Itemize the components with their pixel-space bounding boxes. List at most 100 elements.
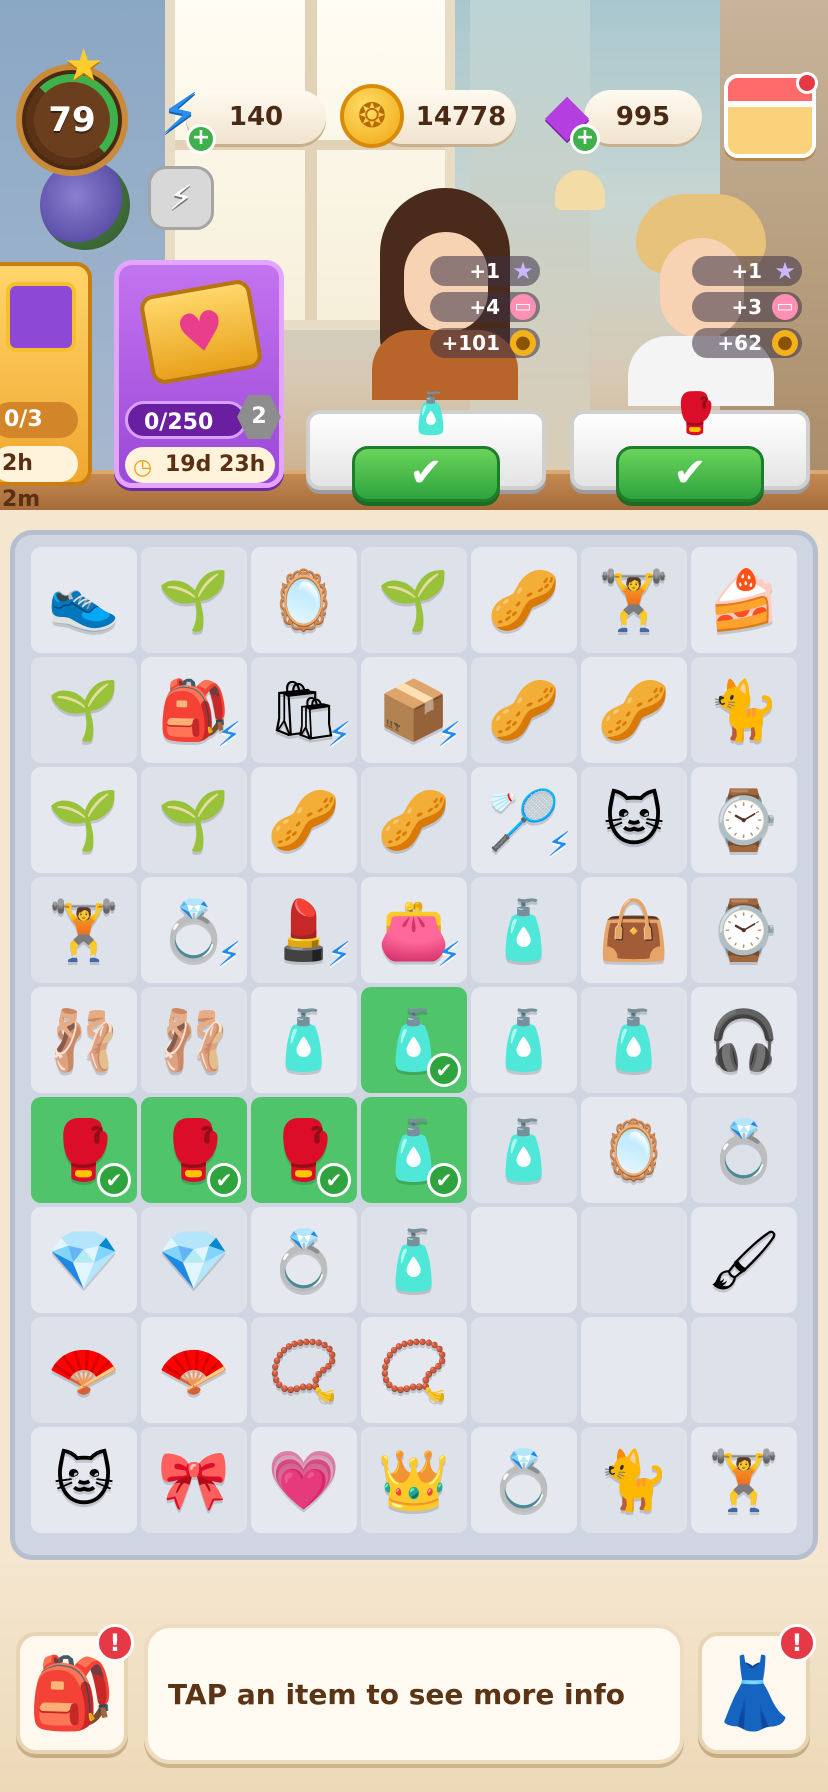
gem-counter[interactable]: 995 — [584, 90, 702, 144]
gift-box-icon — [6, 282, 76, 352]
add-gems-button[interactable]: + — [570, 124, 600, 154]
board-cell-item[interactable]: 🧴 — [581, 987, 687, 1093]
gift-event-card[interactable]: 0/3 2h 2m — [0, 262, 92, 512]
heart-pass-card[interactable]: ♥ 0/250 2 ◷ 19d 23h — [114, 260, 284, 488]
merge-item-icon: 🐱 — [603, 786, 665, 854]
reward-tickets: +4 ▭ — [430, 292, 540, 322]
board-cell-item[interactable]: 🎧 — [691, 987, 797, 1093]
board-cell-item[interactable]: 🏋 — [31, 877, 137, 983]
board-cell-item[interactable]: 🥊 ✔ — [251, 1097, 357, 1203]
board-cell-item[interactable]: 👛 ⚡ — [361, 877, 467, 983]
board-cell-item[interactable]: 🐱 — [581, 767, 687, 873]
board-cell-item[interactable]: 💎 — [141, 1207, 247, 1313]
merge-item-icon: 👟 — [47, 566, 121, 634]
board-cell-item[interactable]: 🪞 — [251, 547, 357, 653]
board-cell-item[interactable]: 🧴 — [361, 1207, 467, 1313]
dress-collection-button[interactable]: 👗 ! — [698, 1624, 816, 1754]
board-cell-item[interactable]: 🌱 — [141, 767, 247, 873]
board-cell-item[interactable]: 🌱 — [31, 657, 137, 763]
order-ready-check-icon: ✔ — [97, 1163, 131, 1197]
merge-item-icon: 🪞 — [267, 566, 341, 634]
board-cell-item[interactable]: 🏋 — [581, 547, 687, 653]
board-cell-item[interactable]: 🥜 — [251, 767, 357, 873]
board-cell-item[interactable]: 🩰 — [141, 987, 247, 1093]
board-cell-item[interactable]: 🥜 — [471, 657, 577, 763]
board-cell-item[interactable]: 🏋 — [691, 1427, 797, 1533]
board-cell-item[interactable]: ⌚ — [691, 767, 797, 873]
board-cell-item[interactable]: 🌱 — [31, 767, 137, 873]
board-cell-item[interactable]: 💍 — [251, 1207, 357, 1313]
board-cell-item[interactable]: 🥊 ✔ — [31, 1097, 137, 1203]
board-cell-item[interactable]: 🖌 — [691, 1207, 797, 1313]
merge-item-icon: 💎 — [47, 1226, 121, 1294]
board-cell-item[interactable]: 📿 — [251, 1317, 357, 1423]
board-cell-item[interactable]: 🐈 — [581, 1427, 687, 1533]
order-2-rewards: +1 ★ +3 ▭ +62 ● — [692, 256, 802, 364]
lamp — [555, 170, 605, 210]
board-cell-item[interactable]: 🥜 — [581, 657, 687, 763]
board-cell-item[interactable]: 💍 ⚡ — [141, 877, 247, 983]
board-cell-item[interactable]: 🏸 ⚡ — [471, 767, 577, 873]
backpack-icon: 🎒 — [28, 1651, 116, 1734]
star-icon: ★ — [64, 40, 104, 91]
board-cell-item[interactable]: 👑 — [361, 1427, 467, 1533]
board-cell-item[interactable]: 🥊 ✔ — [141, 1097, 247, 1203]
board-cell-item[interactable]: 🐱 — [31, 1427, 137, 1533]
merge-item-icon: 🧴 — [487, 896, 561, 964]
board-cell-item[interactable]: 🪭 — [141, 1317, 247, 1423]
board-cell-item[interactable]: 🧴 — [251, 987, 357, 1093]
board-cell-empty[interactable] — [691, 1317, 797, 1423]
inventory-backpack-button[interactable]: 🎒 ! — [16, 1624, 134, 1754]
merge-item-icon: 👑 — [377, 1446, 451, 1514]
board-cell-item[interactable]: 🧴 — [471, 987, 577, 1093]
energy-boost-button[interactable]: ⚡ — [148, 166, 214, 230]
board-cell-item[interactable]: 💍 — [691, 1097, 797, 1203]
board-cell-item[interactable]: 📦 ⚡ — [361, 657, 467, 763]
board-cell-empty[interactable] — [581, 1317, 687, 1423]
item-info-panel: TAP an item to see more info — [144, 1624, 684, 1764]
merge-item-icon: 🪞 — [597, 1116, 671, 1184]
board-cell-empty[interactable] — [471, 1207, 577, 1313]
board-cell-item[interactable]: 👟 — [31, 547, 137, 653]
complete-order-1-button[interactable]: ✔ — [352, 446, 500, 502]
merge-item-icon: 🥜 — [487, 676, 561, 744]
add-energy-button[interactable]: + — [186, 124, 216, 154]
shop-button[interactable] — [724, 72, 818, 158]
board-cell-item[interactable]: 🍰 — [691, 547, 797, 653]
board-cell-item[interactable]: 🪞 — [581, 1097, 687, 1203]
merge-grid: 👟 🌱 🪞 🌱 🥜 🏋 🍰 🌱 🎒 ⚡ 🛍 ⚡ 📦 ⚡ 🥜 🥜 🐈 🌱 🌱 🥜 🥜 🏸 ⚡ 🐱 ⌚ 🏋 💍 ⚡ 💄 ⚡ 👛 ⚡ 🧴 👜 ⌚ 🩰 🩰 🧴 🧴 ✔… — [31, 547, 799, 1533]
board-cell-item[interactable]: 🐈 — [691, 657, 797, 763]
board-cell-empty[interactable] — [581, 1207, 687, 1313]
board-cell-item[interactable]: 🪭 — [31, 1317, 137, 1423]
board-cell-item[interactable]: 🎀 — [141, 1427, 247, 1533]
board-cell-item[interactable]: 💄 ⚡ — [251, 877, 357, 983]
board-cell-item[interactable]: 🩰 — [31, 987, 137, 1093]
board-cell-item[interactable]: 🌱 — [361, 547, 467, 653]
board-cell-item[interactable]: 💗 — [251, 1427, 357, 1533]
notification-dot — [796, 72, 818, 94]
coin-icon: ● — [772, 330, 798, 356]
board-cell-item[interactable]: 📿 — [361, 1317, 467, 1423]
merge-item-icon: 🌱 — [157, 786, 231, 854]
board-cell-item[interactable]: 🧴 ✔ — [361, 1097, 467, 1203]
board-cell-item[interactable]: 💍 — [471, 1427, 577, 1533]
board-cell-empty[interactable] — [471, 1317, 577, 1423]
merge-item-icon: 🌱 — [47, 676, 121, 744]
board-cell-item[interactable]: 🎒 ⚡ — [141, 657, 247, 763]
board-cell-item[interactable]: 🥜 — [471, 547, 577, 653]
merge-item-icon: 🥜 — [597, 676, 671, 744]
board-cell-item[interactable]: 🧴 ✔ — [361, 987, 467, 1093]
merge-item-icon: 💗 — [267, 1446, 341, 1514]
energy-value: 140 — [228, 102, 284, 132]
board-cell-item[interactable]: 🌱 — [141, 547, 247, 653]
board-cell-item[interactable]: ⌚ — [691, 877, 797, 983]
merge-item-icon: 🧴 — [487, 1116, 561, 1184]
board-cell-item[interactable]: 💎 — [31, 1207, 137, 1313]
board-cell-item[interactable]: 🛍 ⚡ — [251, 657, 357, 763]
board-cell-item[interactable]: 🧴 — [471, 1097, 577, 1203]
complete-order-2-button[interactable]: ✔ — [616, 446, 764, 502]
board-cell-item[interactable]: 🥜 — [361, 767, 467, 873]
board-cell-item[interactable]: 🧴 — [471, 877, 577, 983]
player-level-badge[interactable]: ★ 79 — [16, 40, 128, 176]
board-cell-item[interactable]: 👜 — [581, 877, 687, 983]
